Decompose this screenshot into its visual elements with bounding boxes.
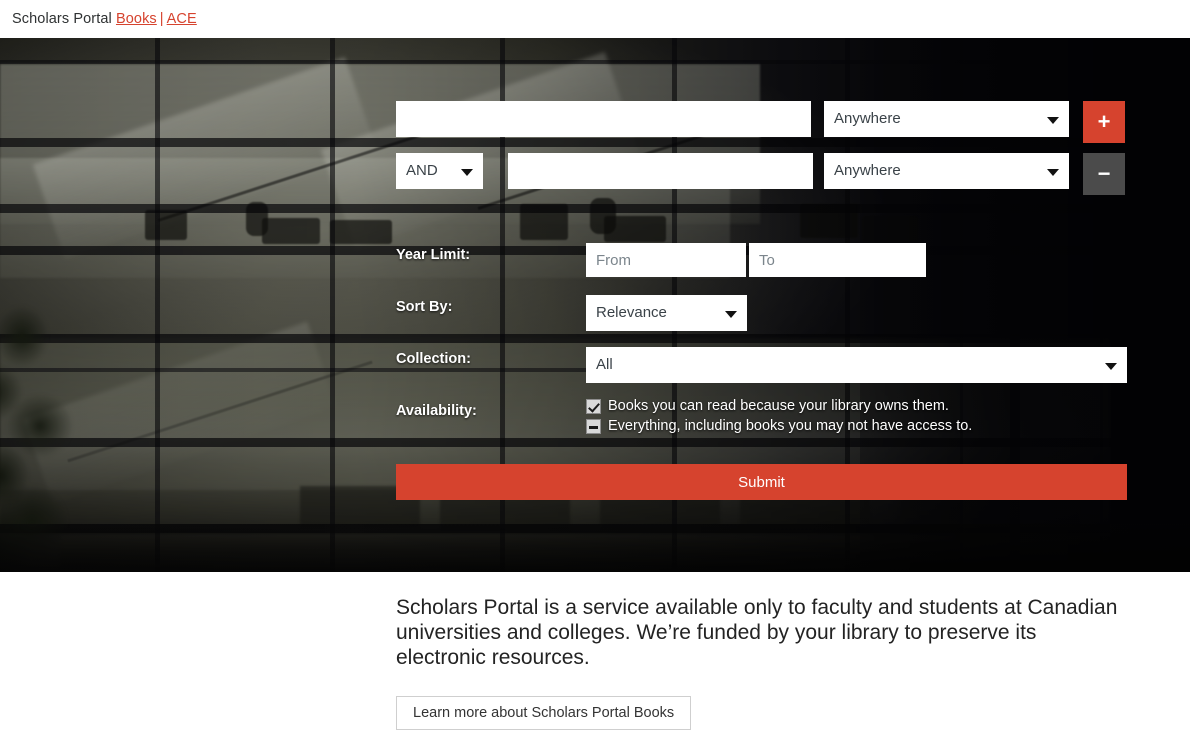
chevron-down-icon	[1105, 363, 1117, 370]
collection-label: Collection:	[396, 351, 471, 367]
boolean-operator-select[interactable]: AND	[396, 153, 483, 189]
availability-options: Books you can read because your library …	[586, 398, 972, 438]
availability-option-everything[interactable]: Everything, including books you may not …	[586, 418, 972, 434]
year-from-input[interactable]	[586, 243, 746, 277]
search-field-select-2[interactable]: Anywhere	[824, 153, 1069, 189]
service-description: Scholars Portal is a service available o…	[396, 596, 1118, 669]
info-section: Scholars Portal is a service available o…	[0, 572, 1190, 751]
availability-option-owned-label: Books you can read because your library …	[608, 398, 949, 414]
search-term-input-1[interactable]	[396, 101, 811, 137]
sort-by-label: Sort By:	[396, 299, 453, 315]
brand-link-books[interactable]: Books	[116, 11, 157, 27]
search-field-select-2-value: Anywhere	[834, 162, 901, 179]
brand-separator: |	[159, 11, 164, 27]
sort-by-value: Relevance	[596, 304, 667, 321]
checkbox-checked-icon[interactable]	[586, 398, 601, 414]
search-field-select-1[interactable]: Anywhere	[824, 101, 1069, 137]
add-search-row-button[interactable]: +	[1083, 101, 1125, 143]
brand: Scholars Portal Books | ACE	[0, 11, 197, 27]
chevron-down-icon	[725, 311, 737, 318]
chevron-down-icon	[1047, 117, 1059, 124]
brand-scholars-portal: Scholars Portal	[12, 11, 112, 27]
availability-option-owned[interactable]: Books you can read because your library …	[586, 398, 972, 414]
search-field-select-1-value: Anywhere	[834, 110, 901, 127]
sort-by-select[interactable]: Relevance	[586, 295, 747, 331]
collection-select[interactable]: All	[586, 347, 1127, 383]
plus-icon: +	[1097, 109, 1111, 134]
hero-banner: Anywhere + AND Anywhere − Year Limit: Fr…	[0, 38, 1190, 572]
search-term-input-2[interactable]	[508, 153, 813, 189]
brand-link-ace[interactable]: ACE	[167, 11, 197, 27]
chevron-down-icon	[1047, 169, 1059, 176]
year-limit-label: Year Limit:	[396, 247, 471, 263]
remove-search-row-button[interactable]: −	[1083, 153, 1125, 195]
learn-more-button[interactable]: Learn more about Scholars Portal Books	[396, 696, 692, 730]
chevron-down-icon	[461, 169, 473, 176]
submit-button[interactable]: Submit	[396, 464, 1127, 500]
collection-value: All	[596, 356, 613, 373]
year-to-input[interactable]	[749, 243, 926, 277]
availability-option-everything-label: Everything, including books you may not …	[608, 418, 973, 434]
checkbox-dash-icon[interactable]	[586, 418, 601, 434]
minus-icon: −	[1097, 161, 1111, 186]
availability-label: Availability:	[396, 403, 477, 419]
site-header: Scholars Portal Books | ACE	[0, 0, 1190, 38]
